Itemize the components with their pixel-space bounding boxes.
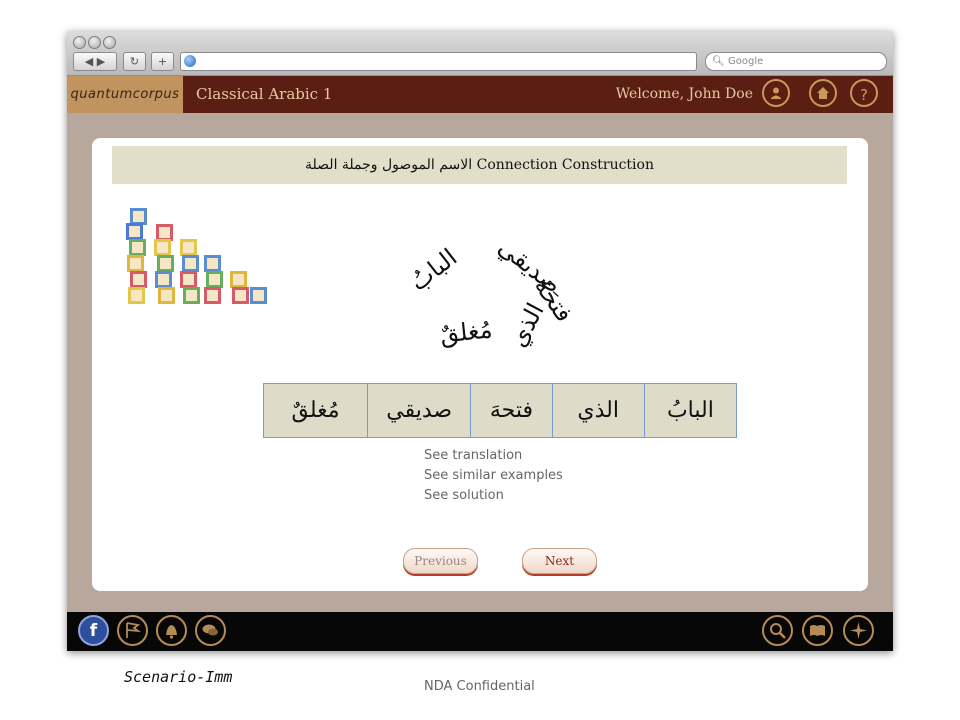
see-solution-link[interactable]: See solution bbox=[424, 486, 563, 506]
close-window-button[interactable] bbox=[73, 36, 86, 49]
draggable-word[interactable]: مُغلقٌ bbox=[439, 315, 494, 348]
chat-button[interactable] bbox=[195, 615, 226, 646]
answer-slot[interactable]: الذي bbox=[551, 384, 644, 437]
alphabet-blocks-illustration bbox=[122, 206, 277, 326]
compass-button[interactable] bbox=[843, 615, 874, 646]
answer-slot[interactable]: فتحهَ bbox=[470, 384, 551, 437]
address-bar[interactable] bbox=[180, 52, 697, 71]
home-button[interactable] bbox=[809, 79, 837, 107]
app-footer: f bbox=[67, 612, 893, 651]
profile-button[interactable] bbox=[762, 79, 790, 107]
search-placeholder: Google bbox=[728, 56, 764, 67]
home-icon bbox=[817, 87, 829, 99]
globe-icon bbox=[184, 55, 196, 67]
compass-icon bbox=[850, 622, 867, 639]
answer-slot[interactable]: مُغلقٌ bbox=[264, 384, 367, 437]
announcements-button[interactable] bbox=[156, 615, 187, 646]
search-button[interactable] bbox=[762, 615, 793, 646]
flag-button[interactable] bbox=[117, 615, 148, 646]
minimize-window-button[interactable] bbox=[88, 36, 101, 49]
bell-icon bbox=[166, 625, 177, 639]
lesson-panel: الاسم الموصول وجملة الصلة Connection Con… bbox=[92, 138, 868, 591]
lesson-title: الاسم الموصول وجملة الصلة Connection Con… bbox=[112, 146, 847, 184]
search-icon: 🔍︎ bbox=[712, 56, 725, 67]
reload-button[interactable]: ↻ bbox=[123, 52, 146, 71]
search-field[interactable]: 🔍︎ Google bbox=[705, 52, 887, 71]
draggable-word[interactable]: البابُ bbox=[405, 243, 463, 297]
answer-row: البابُ الذي فتحهَ صديقي مُغلقٌ bbox=[263, 383, 737, 438]
chat-bubble-icon bbox=[202, 624, 218, 636]
next-button[interactable]: Next bbox=[522, 548, 597, 574]
previous-button[interactable]: Previous bbox=[403, 548, 478, 574]
book-icon bbox=[810, 625, 825, 636]
answer-slot[interactable]: البابُ bbox=[643, 384, 736, 437]
scenario-caption: Scenario-Imm bbox=[124, 668, 233, 686]
see-similar-examples-link[interactable]: See similar examples bbox=[424, 466, 563, 486]
book-button[interactable] bbox=[802, 615, 833, 646]
see-translation-link[interactable]: See translation bbox=[424, 446, 563, 466]
app-header: quantumcorpus Classical Arabic 1 Welcome… bbox=[67, 76, 893, 113]
flag-icon bbox=[126, 622, 142, 638]
answer-slot[interactable]: صديقي bbox=[367, 384, 470, 437]
user-icon bbox=[770, 87, 782, 99]
back-forward-button[interactable]: ◀ ▶ bbox=[73, 52, 117, 71]
course-title: Classical Arabic 1 bbox=[196, 85, 333, 103]
browser-toolbar: ◀ ▶ ↻ + 🔍︎ Google bbox=[67, 31, 893, 76]
help-links: See translation See similar examples See… bbox=[424, 446, 563, 506]
help-button[interactable]: ? bbox=[850, 79, 878, 107]
confidential-footer: NDA Confidential bbox=[424, 679, 535, 694]
magnifier-icon bbox=[770, 623, 786, 639]
quantumcorpus-logo[interactable]: quantumcorpus bbox=[67, 76, 183, 113]
welcome-text: Welcome, John Doe bbox=[615, 86, 753, 102]
zoom-window-button[interactable] bbox=[103, 36, 116, 49]
browser-window: ◀ ▶ ↻ + 🔍︎ Google quantumcorpus Classica… bbox=[67, 31, 893, 651]
add-tab-button[interactable]: + bbox=[151, 52, 174, 71]
facebook-button[interactable]: f bbox=[78, 615, 109, 646]
